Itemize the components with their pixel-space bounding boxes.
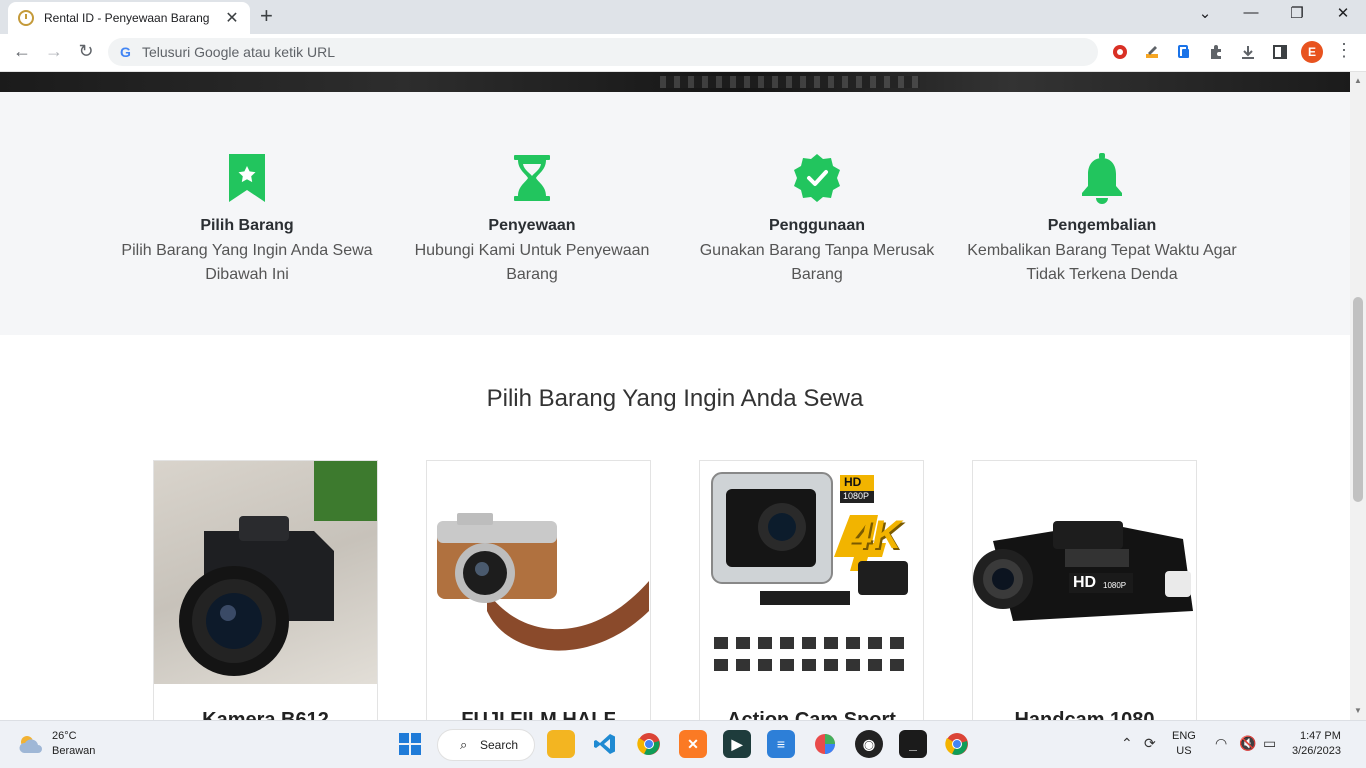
tab-close-icon[interactable]: ✕ [224, 8, 240, 28]
download-icon[interactable] [1238, 42, 1258, 62]
action-cam-image: HD 1080P 4K [700, 461, 923, 684]
minimize-button[interactable]: — [1228, 4, 1274, 21]
restore-button[interactable]: ❐ [1274, 4, 1320, 22]
back-arrow-icon[interactable]: ← [10, 41, 34, 62]
sync-icon[interactable]: ⟳ [1144, 735, 1156, 752]
step-pilih-barang: Pilih Barang Pilih Barang Yang Ingin And… [112, 152, 382, 287]
step-title: Penggunaan [768, 217, 865, 234]
close-window-button[interactable]: ✕ [1320, 4, 1366, 22]
obs-icon[interactable]: ◉ [855, 730, 883, 758]
notepad-icon[interactable]: ≡ [767, 730, 795, 758]
taskbar-search[interactable]: ⌕ Search [437, 729, 535, 761]
extension-copy-icon[interactable] [1174, 42, 1194, 62]
step-title: Pilih Barang [200, 217, 294, 234]
step-pengembalian: Pengembalian Kembalikan Barang Tepat Wak… [967, 152, 1237, 287]
step-desc: Gunakan Barang Tanpa Merusak Barang [699, 242, 935, 283]
hourglass-icon [397, 152, 667, 204]
step-title: Penyewaan [488, 217, 576, 234]
taskbar: 26°C Berawan ⌕ Search ✕ ▶ ≡ ◉ _ ⌃ ⟳ ENG … [0, 720, 1366, 768]
product-card[interactable]: Kamera B612 [153, 460, 378, 720]
hd-badge: HD [844, 475, 862, 489]
chevron-up-icon[interactable]: ⌃ [1121, 735, 1133, 752]
handycam-image: HD 1080P [973, 461, 1196, 684]
step-title: Pengembalian [1047, 217, 1157, 234]
chrome-secondary-icon[interactable] [943, 730, 971, 758]
page-scrollbar[interactable]: ▲ ▼ [1350, 72, 1366, 720]
more-menu-icon[interactable]: ⋮ [1335, 40, 1353, 61]
xampp-icon[interactable]: ✕ [679, 730, 707, 758]
vscode-icon[interactable] [591, 730, 619, 758]
section-title: Pilih Barang Yang Ingin Anda Sewa [486, 385, 864, 412]
weather-description: Berawan [52, 745, 96, 757]
tab-search-chevron-icon[interactable]: ⌄ [1182, 4, 1228, 22]
step-desc: Pilih Barang Yang Ingin Anda Sewa Dibawa… [121, 242, 373, 283]
bell-icon [967, 152, 1237, 204]
product-card[interactable]: HD 1080P Handcam 1080 [972, 460, 1197, 720]
speaker-muted-icon[interactable]: 🔇 [1239, 735, 1256, 752]
wifi-icon[interactable]: ◠ [1215, 735, 1227, 752]
windows-start-icon[interactable] [396, 730, 424, 758]
extension-red-icon[interactable] [1110, 42, 1130, 62]
browser-toolbar: ← → ↻ G Telusuri Google atau ketik URL E… [0, 34, 1366, 72]
reload-icon[interactable]: ↻ [74, 41, 98, 62]
chrome-icon[interactable] [635, 730, 663, 758]
dslr-camera-image [154, 461, 377, 684]
product-card[interactable]: HD 1080P 4K Action Cam Sport [699, 460, 924, 720]
address-bar[interactable]: G Telusuri Google atau ketik URL [108, 38, 1098, 66]
product-title[interactable]: FUJI FILM HALF [427, 709, 650, 720]
clock-favicon-icon [18, 10, 34, 26]
command-prompt-icon[interactable]: _ [899, 730, 927, 758]
scroll-up-arrow-icon[interactable]: ▲ [1354, 76, 1362, 85]
4k-badge: 4K [850, 513, 902, 557]
steps-section: Pilih Barang Pilih Barang Yang Ingin And… [0, 92, 1350, 335]
browser-tab[interactable]: Rental ID - Penyewaan Barang ✕ [8, 2, 250, 34]
side-panel-icon[interactable] [1270, 42, 1290, 62]
product-title[interactable]: Action Cam Sport [700, 709, 923, 720]
cloudy-weather-icon [19, 736, 42, 753]
scroll-down-arrow-icon[interactable]: ▼ [1354, 706, 1362, 715]
extensions-puzzle-icon[interactable] [1206, 42, 1226, 62]
scroll-thumb[interactable] [1353, 297, 1363, 502]
clock-time: 1:47 PM [1299, 730, 1341, 742]
weather-widget[interactable]: 26°C Berawan [18, 729, 95, 759]
tab-strip: Rental ID - Penyewaan Barang ✕ + ⌄ — ❐ ✕ [0, 0, 1366, 34]
resolution-badge: 1080P [843, 491, 870, 501]
verified-badge-icon [682, 152, 952, 204]
forward-arrow-icon[interactable]: → [42, 41, 66, 62]
step-penggunaan: Penggunaan Gunakan Barang Tanpa Merusak … [682, 152, 952, 287]
mirrorless-camera-image [427, 461, 650, 684]
step-desc: Kembalikan Barang Tepat Waktu Agar Tidak… [967, 242, 1237, 283]
language-indicator[interactable]: ENG US [1172, 729, 1196, 759]
clock[interactable]: 1:47 PM 3/26/2023 [1292, 729, 1341, 759]
product-card[interactable]: FUJI FILM HALF [426, 460, 651, 720]
resolution-badge: 1080P [1103, 581, 1127, 590]
color-app-icon[interactable] [811, 730, 839, 758]
region-label: US [1176, 745, 1192, 757]
hd-badge: HD [1073, 574, 1097, 591]
step-desc: Hubungi Kami Untuk Penyewaan Barang [414, 242, 650, 283]
hero-banner-image [0, 72, 1350, 92]
product-title[interactable]: Handcam 1080 [973, 709, 1196, 720]
file-explorer-icon[interactable] [547, 730, 575, 758]
language-label: ENG [1172, 730, 1196, 742]
step-penyewaan: Penyewaan Hubungi Kami Untuk Penyewaan B… [397, 152, 667, 287]
search-icon: ⌕ [460, 737, 468, 752]
clock-date: 3/26/2023 [1292, 745, 1341, 757]
page-viewport: Pilih Barang Pilih Barang Yang Ingin And… [0, 72, 1350, 720]
extension-edit-icon[interactable] [1142, 42, 1162, 62]
new-tab-button[interactable]: + [260, 5, 273, 27]
bookmark-star-icon [112, 152, 382, 204]
battery-icon[interactable]: ▭ [1263, 735, 1276, 752]
address-placeholder: Telusuri Google atau ketik URL [142, 44, 335, 60]
product-title[interactable]: Kamera B612 [154, 709, 377, 720]
weather-temperature: 26°C [52, 730, 77, 742]
terminal-app-icon[interactable]: ▶ [723, 730, 751, 758]
profile-avatar[interactable]: E [1301, 41, 1323, 63]
tab-title: Rental ID - Penyewaan Barang [44, 11, 210, 25]
search-label: Search [480, 738, 519, 752]
google-g-icon: G [120, 44, 131, 60]
